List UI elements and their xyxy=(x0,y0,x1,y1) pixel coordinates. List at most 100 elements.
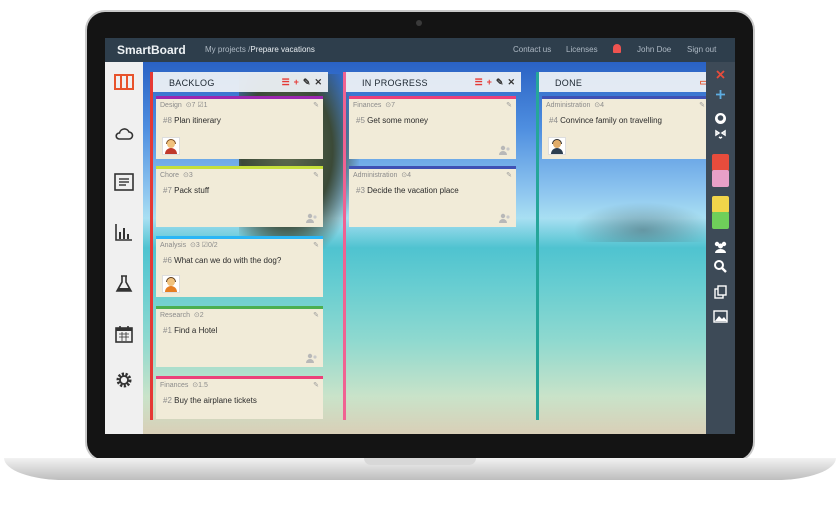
card-meta: Analysis ⊙3 ☑0/2 xyxy=(160,241,218,249)
card-dog[interactable]: Analysis ⊙3 ☑0/2 ✎ #6 What can we do wit… xyxy=(156,236,323,297)
column-header: BACKLOG ☰ + ✎ ✕ xyxy=(153,72,328,92)
close-icon[interactable]: ✕ xyxy=(507,77,515,88)
card-title-text: Convince family on travelling xyxy=(560,116,662,125)
card-find-hotel[interactable]: Research ⊙2 ✎ #1 Find a Hotel xyxy=(156,306,323,367)
card-vacation-place[interactable]: Administration ⊙4 ✎ #3 Decide the vacati… xyxy=(349,166,516,227)
card-title: #5 Get some money xyxy=(356,116,428,125)
calendar-red-icon[interactable] xyxy=(712,154,729,171)
add-card-icon[interactable]: + xyxy=(487,77,492,87)
edit-icon[interactable]: ✎ xyxy=(699,101,705,109)
card-convince-family[interactable]: Administration ⊙4 ✎ #4 Convince family o… xyxy=(542,96,706,159)
card-title: #3 Decide the vacation place xyxy=(356,186,459,195)
edit-icon[interactable]: ✎ xyxy=(313,171,319,179)
column-title: IN PROGRESS xyxy=(362,78,428,88)
column-header: IN PROGRESS ☰ + ✎ ✕ xyxy=(346,72,521,92)
card-stats: ⊙1.5 xyxy=(192,382,208,389)
image-icon[interactable] xyxy=(712,308,729,325)
assign-user-icon[interactable] xyxy=(306,213,318,223)
edit-icon[interactable]: ✎ xyxy=(303,77,311,88)
list-view-icon[interactable]: ☰ xyxy=(475,77,483,88)
card-title-text: Find a Hotel xyxy=(174,326,218,335)
breadcrumb-current: Prepare vacations xyxy=(250,45,315,54)
card-meta: Design ⊙7 ☑1 xyxy=(160,101,208,109)
edit-icon[interactable]: ✎ xyxy=(313,241,319,249)
column-in-progress: IN PROGRESS ☰ + ✎ ✕ Finances ⊙7 ✎ #5 Get so… xyxy=(343,72,521,420)
calendar-icon[interactable] xyxy=(114,324,134,344)
camera xyxy=(416,20,422,26)
column-stripe xyxy=(536,72,539,420)
bell-icon[interactable] xyxy=(613,44,621,53)
close-icon[interactable]: ✕ xyxy=(314,77,322,88)
breadcrumb-parent[interactable]: My projects xyxy=(205,45,246,54)
card-stats: ⊙3 ☑0/2 xyxy=(189,242,218,249)
card-pack-stuff[interactable]: Chore ⊙3 ✎ #7 Pack stuff xyxy=(156,166,323,227)
card-number: #5 xyxy=(356,116,365,125)
signout-link[interactable]: Sign out xyxy=(687,45,716,54)
calendar-yellow-icon[interactable] xyxy=(712,196,729,213)
card-title-text: Plan itinerary xyxy=(174,116,221,125)
card-title-text: Get some money xyxy=(367,116,429,125)
card-number: #6 xyxy=(163,256,172,265)
card-category: Administration xyxy=(353,172,398,179)
cloud-icon[interactable] xyxy=(114,124,134,144)
list-icon[interactable] xyxy=(114,172,134,192)
board-icon[interactable] xyxy=(114,72,134,92)
card-number: #3 xyxy=(356,186,365,195)
card-meta: Administration ⊙4 xyxy=(353,171,411,179)
calendar-green-icon[interactable] xyxy=(712,212,729,229)
chart-icon[interactable] xyxy=(114,222,134,242)
assign-user-icon[interactable] xyxy=(499,145,511,155)
copy-icon[interactable] xyxy=(712,284,729,301)
list-view-icon[interactable]: ☰ xyxy=(282,77,290,88)
calendar-pink-icon[interactable] xyxy=(712,170,729,187)
card-airplane-tickets[interactable]: Finances ⊙1.5 ✎ #2 Buy the airplane tick… xyxy=(156,376,323,419)
card-title-text: What can we do with the dog? xyxy=(174,256,282,265)
avatar xyxy=(548,137,566,155)
column-tools: ☰ + ✎ ✕ xyxy=(278,77,322,88)
app-title[interactable]: SmartBoard xyxy=(117,43,186,57)
edit-icon[interactable]: ✎ xyxy=(313,101,319,109)
gear-icon[interactable] xyxy=(114,370,134,390)
edit-icon[interactable]: ✎ xyxy=(506,101,512,109)
licenses-link[interactable]: Licenses xyxy=(566,45,598,54)
assign-user-icon[interactable] xyxy=(499,213,511,223)
card-title: #4 Convince family on travelling xyxy=(549,116,662,125)
card-number: #8 xyxy=(163,116,172,125)
card-title: #8 Plan itinerary xyxy=(163,116,221,125)
column-title: DONE xyxy=(555,78,583,88)
card-get-money[interactable]: Finances ⊙7 ✎ #5 Get some money xyxy=(349,96,516,159)
card-plan-itinerary[interactable]: Design ⊙7 ☑1 ✎ #8 Plan itinerary xyxy=(156,96,323,159)
edit-icon[interactable]: ✎ xyxy=(313,311,319,319)
add-icon[interactable] xyxy=(712,86,729,103)
card-title-text: Pack stuff xyxy=(174,186,210,195)
dropbox-icon[interactable] xyxy=(712,126,729,143)
edit-icon[interactable]: ✎ xyxy=(313,381,319,389)
close-icon[interactable] xyxy=(712,66,729,83)
contact-link[interactable]: Contact us xyxy=(513,45,551,54)
edit-icon[interactable]: ✎ xyxy=(506,171,512,179)
card-category: Finances xyxy=(160,382,189,389)
left-sidebar xyxy=(105,62,143,434)
card-stats: ⊙3 xyxy=(182,172,193,179)
edit-icon[interactable]: ✎ xyxy=(496,77,504,88)
column-done: DONE ▭ Administration ⊙4 ✎ #4 Convince f… xyxy=(536,72,706,420)
card-title: #6 What can we do with the dog? xyxy=(163,256,281,265)
card-category: Finances xyxy=(353,102,382,109)
search-icon[interactable] xyxy=(712,258,729,275)
user-name[interactable]: John Doe xyxy=(637,45,671,54)
assign-user-icon[interactable] xyxy=(306,353,318,363)
add-card-icon[interactable]: + xyxy=(294,77,299,87)
card-category: Design xyxy=(160,102,182,109)
card-meta: Administration ⊙4 xyxy=(546,101,604,109)
card-stats: ⊙4 xyxy=(401,172,412,179)
flask-icon[interactable] xyxy=(114,274,134,294)
top-bar: SmartBoard My projects /Prepare vacation… xyxy=(105,38,735,62)
card-title: #1 Find a Hotel xyxy=(163,326,217,335)
card-number: #2 xyxy=(163,396,172,405)
breadcrumb: My projects /Prepare vacations xyxy=(205,45,315,54)
users-icon[interactable] xyxy=(712,238,729,255)
column-backlog: BACKLOG ☰ + ✎ ✕ Design ⊙7 ☑1 ✎ #8 Plan itin… xyxy=(150,72,328,420)
card-meta: Finances ⊙7 xyxy=(353,101,395,109)
github-icon[interactable] xyxy=(712,110,729,127)
card-title: #2 Buy the airplane tickets xyxy=(163,396,257,405)
